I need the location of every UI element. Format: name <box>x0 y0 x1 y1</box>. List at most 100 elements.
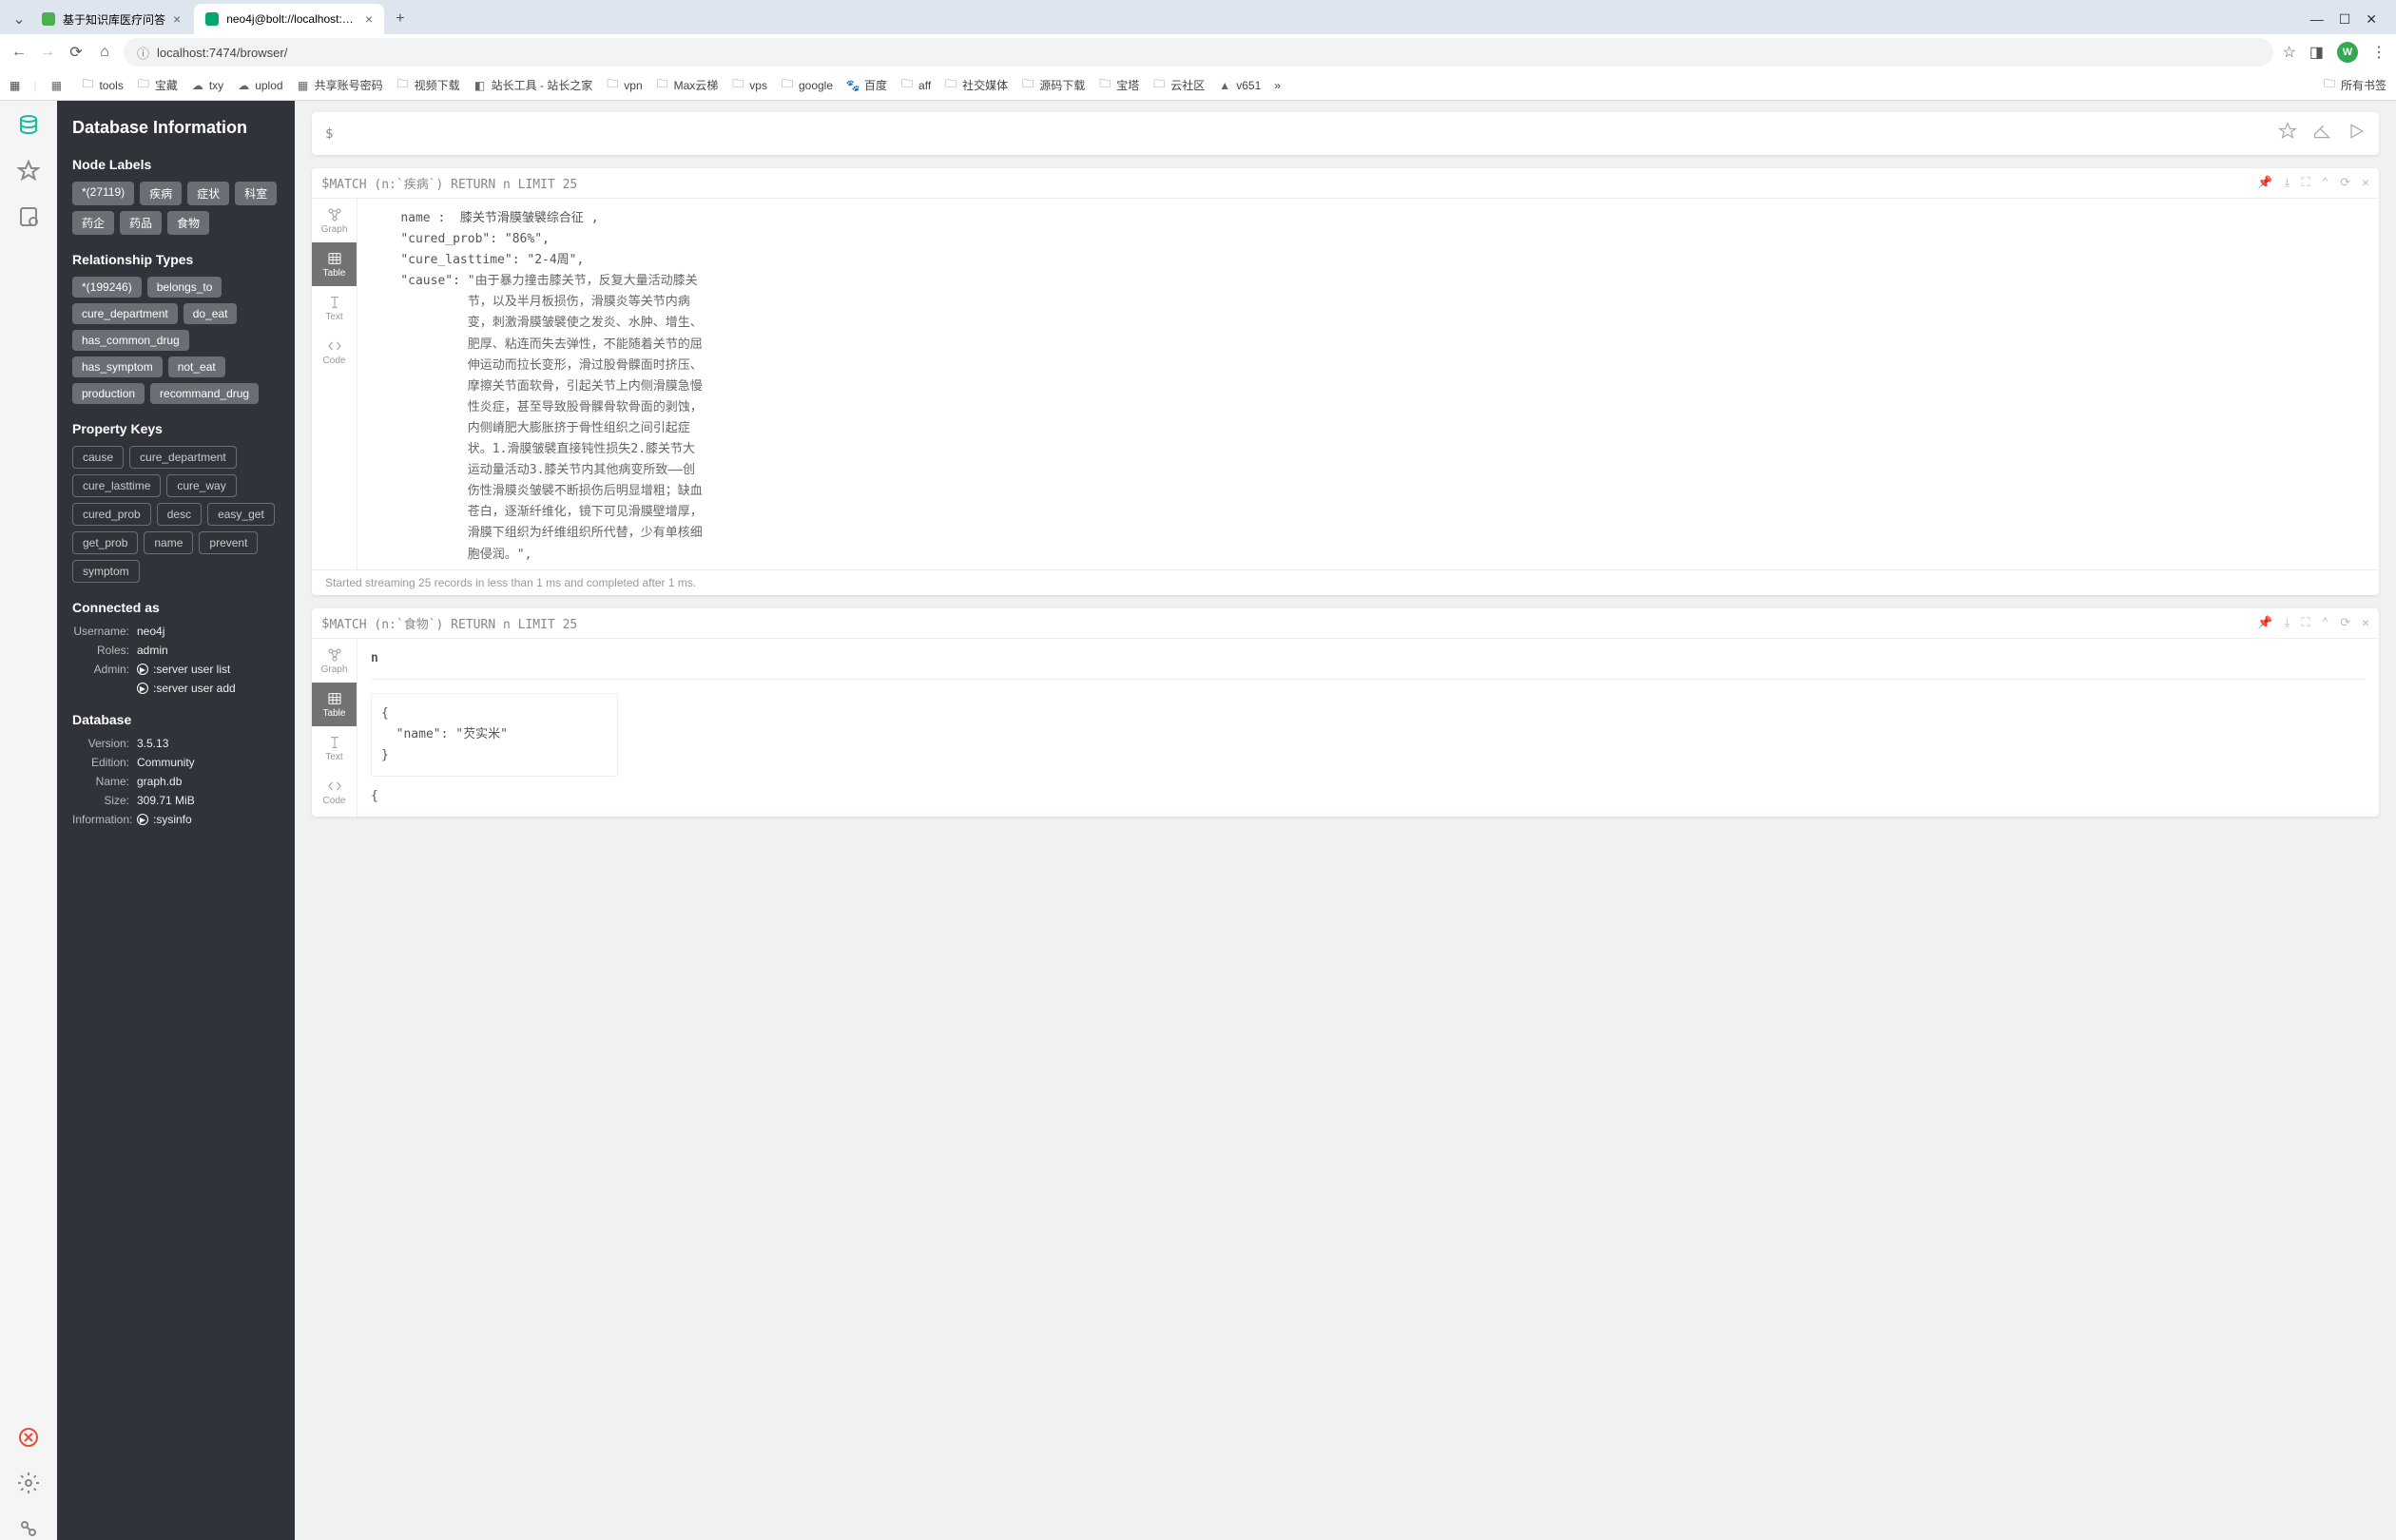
pin-icon[interactable]: 📌 <box>2257 616 2272 630</box>
expand-icon[interactable]: ⛶ <box>2301 616 2309 630</box>
bookmark-item-1[interactable]: 🗀tools <box>81 79 123 92</box>
browser-tab-0[interactable]: 基于知识库医疗问答 × <box>30 4 192 34</box>
browser-tab-1[interactable]: neo4j@bolt://localhost:7687 × <box>194 4 384 34</box>
view-tab-graph[interactable]: Graph <box>312 639 357 683</box>
conn-rows-val-2[interactable]: ▶:server user list <box>137 663 280 676</box>
about-icon[interactable] <box>17 1517 40 1540</box>
expand-icon[interactable]: ⛶ <box>2301 176 2309 190</box>
chips-props-chip-10[interactable]: symptom <box>72 560 140 583</box>
view-tab-text[interactable]: Text <box>312 726 357 770</box>
bookmarks-overflow[interactable]: » <box>1274 79 1281 92</box>
view-tab-text[interactable]: Text <box>312 286 357 330</box>
info-icon[interactable]: ⓘ <box>137 44 149 62</box>
documents-icon[interactable] <box>17 205 40 228</box>
result-content[interactable]: name : 膝关节滑膜皱襞综合征 , "cured_prob": "86%",… <box>357 199 2379 569</box>
bookmark-item-16[interactable]: 🗀宝塔 <box>1098 77 1139 93</box>
chips-rels-chip-1[interactable]: belongs_to <box>147 277 222 298</box>
bookmark-item-6[interactable]: 🗀视频下载 <box>396 77 460 93</box>
result-content[interactable]: n{ "name": "芡实米"}{ <box>357 639 2379 817</box>
bookmark-item-9[interactable]: 🗀Max云梯 <box>656 77 719 93</box>
bookmark-item-0[interactable]: ▦ <box>49 79 68 92</box>
chips-rels-chip-5[interactable]: has_symptom <box>72 356 163 377</box>
view-tab-table[interactable]: Table <box>312 683 357 726</box>
profile-avatar[interactable]: W <box>2337 42 2358 63</box>
rerun-icon[interactable]: ⟳ <box>2340 616 2350 630</box>
rerun-icon[interactable]: ⟳ <box>2340 176 2350 190</box>
chips-labels-chip-0[interactable]: *(27119) <box>72 182 134 205</box>
bookmark-item-14[interactable]: 🗀社交媒体 <box>944 77 1008 93</box>
bookmark-item-4[interactable]: ☁uplod <box>237 79 282 92</box>
close-icon[interactable]: × <box>365 11 373 27</box>
bookmark-item-12[interactable]: 🐾百度 <box>846 77 887 93</box>
bookmark-item-13[interactable]: 🗀aff <box>900 79 931 92</box>
bookmark-item-3[interactable]: ☁txy <box>191 79 223 92</box>
chips-props-chip-2[interactable]: cure_lasttime <box>72 474 161 497</box>
bookmark-item-8[interactable]: 🗀vpn <box>606 79 642 92</box>
view-tab-code[interactable]: Code <box>312 770 357 814</box>
chips-props-chip-5[interactable]: desc <box>157 503 202 526</box>
url-input[interactable]: ⓘ localhost:7474/browser/ <box>124 38 2273 67</box>
sync-icon[interactable] <box>17 1426 40 1449</box>
forward-button[interactable]: → <box>38 44 57 61</box>
conn-rows-val-3[interactable]: ▶:server user add <box>137 682 280 695</box>
view-tab-code[interactable]: Code <box>312 330 357 374</box>
chips-props-chip-7[interactable]: get_prob <box>72 531 138 554</box>
home-button[interactable]: ⌂ <box>95 44 114 61</box>
chips-labels-chip-3[interactable]: 科室 <box>235 182 277 205</box>
back-button[interactable]: ← <box>10 44 29 61</box>
chips-props-chip-3[interactable]: cure_way <box>166 474 236 497</box>
bookmark-star-icon[interactable]: ☆ <box>2283 43 2296 62</box>
export-icon[interactable]: ⤓ <box>2285 176 2290 190</box>
all-bookmarks[interactable]: 🗀所有书签 <box>2323 77 2386 93</box>
reload-button[interactable]: ⟳ <box>67 43 86 62</box>
chips-props-chip-8[interactable]: name <box>144 531 193 554</box>
chips-rels-chip-8[interactable]: recommand_drug <box>150 383 259 404</box>
chips-rels-chip-7[interactable]: production <box>72 383 145 404</box>
db-rows-val-4[interactable]: ▶:sysinfo <box>137 813 280 826</box>
bookmark-item-18[interactable]: ▲v651 <box>1218 79 1261 92</box>
collapse-icon[interactable]: ⌃ <box>2321 176 2328 190</box>
minimize-icon[interactable]: — <box>2310 11 2324 28</box>
chips-rels-chip-3[interactable]: do_eat <box>184 303 238 324</box>
bookmark-item-10[interactable]: 🗀vps <box>731 79 767 92</box>
new-tab-button[interactable]: + <box>386 10 414 28</box>
database-icon[interactable] <box>17 114 40 137</box>
bookmark-item-17[interactable]: 🗀云社区 <box>1152 77 1205 93</box>
chips-rels-chip-0[interactable]: *(199246) <box>72 277 142 298</box>
apps-grid-icon[interactable]: ▦ <box>10 79 20 92</box>
close-frame-icon[interactable]: ✕ <box>2362 616 2369 630</box>
chips-props-chip-9[interactable]: prevent <box>199 531 258 554</box>
chips-labels-chip-5[interactable]: 药品 <box>120 211 162 235</box>
chips-props-chip-4[interactable]: cured_prob <box>72 503 151 526</box>
bookmark-item-11[interactable]: 🗀google <box>781 79 833 92</box>
pin-icon[interactable]: 📌 <box>2257 176 2272 190</box>
view-tab-table[interactable]: Table <box>312 242 357 286</box>
cypher-editor[interactable]: $ <box>312 112 2379 155</box>
export-icon[interactable]: ⤓ <box>2285 616 2290 630</box>
view-tab-graph[interactable]: Graph <box>312 199 357 242</box>
chips-rels-chip-6[interactable]: not_eat <box>168 356 225 377</box>
play-icon[interactable] <box>2347 122 2366 145</box>
bookmark-item-15[interactable]: 🗀源码下载 <box>1021 77 1085 93</box>
close-frame-icon[interactable]: ✕ <box>2362 176 2369 190</box>
clear-icon[interactable] <box>2312 122 2331 145</box>
chips-props-chip-6[interactable]: easy_get <box>207 503 275 526</box>
extensions-icon[interactable]: ◨ <box>2309 43 2324 62</box>
tab-list-toggle[interactable]: ⌄ <box>8 10 30 29</box>
close-icon[interactable]: × <box>173 11 181 27</box>
favorite-icon[interactable] <box>2278 122 2297 145</box>
chips-rels-chip-4[interactable]: has_common_drug <box>72 330 189 351</box>
maximize-icon[interactable]: ☐ <box>2339 11 2351 28</box>
collapse-icon[interactable]: ⌃ <box>2321 616 2328 630</box>
chips-rels-chip-2[interactable]: cure_department <box>72 303 178 324</box>
chips-props-chip-0[interactable]: cause <box>72 446 124 469</box>
menu-icon[interactable]: ⋮ <box>2371 43 2386 62</box>
chips-labels-chip-1[interactable]: 疾病 <box>140 182 182 205</box>
chips-labels-chip-6[interactable]: 食物 <box>167 211 209 235</box>
favorites-icon[interactable] <box>17 160 40 183</box>
chips-labels-chip-4[interactable]: 药企 <box>72 211 114 235</box>
chips-props-chip-1[interactable]: cure_department <box>129 446 237 469</box>
chips-labels-chip-2[interactable]: 症状 <box>187 182 229 205</box>
bookmark-item-5[interactable]: ▦共享账号密码 <box>297 77 383 93</box>
bookmark-item-2[interactable]: 🗀宝藏 <box>137 77 178 93</box>
